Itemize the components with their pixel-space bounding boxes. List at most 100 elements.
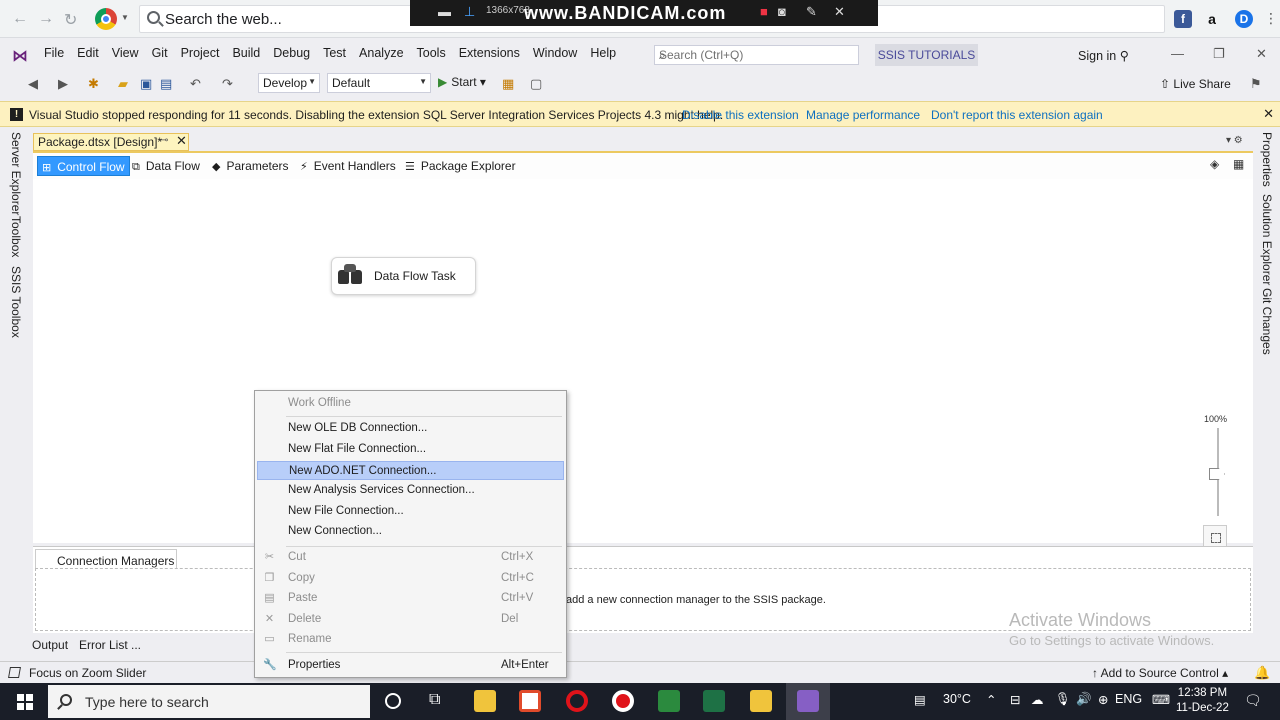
minimize-icon[interactable]: — xyxy=(1171,46,1184,61)
variables-icon[interactable]: ◈ xyxy=(1210,157,1219,171)
menu-project[interactable]: Project xyxy=(181,46,229,60)
nav-back-icon[interactable]: ◀ xyxy=(28,76,38,92)
menu-item-paste[interactable]: ▤ Paste Ctrl+V xyxy=(257,589,564,608)
excel-icon[interactable] xyxy=(703,690,725,712)
close-window-icon[interactable]: ✕ xyxy=(1256,46,1267,62)
undo-icon[interactable]: ↶ xyxy=(190,76,201,92)
temperature[interactable]: 30°C xyxy=(943,692,971,706)
menu-file[interactable]: File xyxy=(44,46,73,60)
start-button[interactable]: ▶ Start ▾ xyxy=(438,75,486,89)
menu-item-rename[interactable]: ▭ Rename xyxy=(257,630,564,649)
task-view-icon[interactable]: ⧉ xyxy=(429,691,440,709)
network-icon[interactable]: ⊟ xyxy=(1010,692,1020,707)
grid-options-icon[interactable]: ▦ xyxy=(1233,157,1244,171)
microphone-icon[interactable]: 🎙 xyxy=(1055,692,1071,707)
properties-tab[interactable]: Properties xyxy=(1260,132,1274,187)
windows-start-icon[interactable] xyxy=(17,694,33,710)
menu-item-new-adonet-connection[interactable]: New ADO.NET Connection... xyxy=(257,461,564,480)
git-changes-tab[interactable]: Git Changes xyxy=(1260,288,1274,355)
globe-icon[interactable]: ⊕ xyxy=(1098,692,1108,707)
menu-item-properties[interactable]: 🔧 Properties Alt+Enter xyxy=(257,656,564,675)
vs-search-box[interactable]: Search (Ctrl+Q) ⌕ xyxy=(654,45,859,65)
cloud-icon[interactable]: ☁ xyxy=(1031,692,1044,707)
close-icon[interactable]: ✕ xyxy=(1263,106,1274,122)
menu-item-copy[interactable]: ❐ Copy Ctrl+C xyxy=(257,569,564,588)
office-icon[interactable] xyxy=(519,690,541,712)
menu-item-cut[interactable]: ✂ Cut Ctrl+X xyxy=(257,548,564,567)
facebook-icon[interactable]: f xyxy=(1174,10,1192,28)
forward-icon[interactable]: → xyxy=(38,10,54,28)
cortana-icon[interactable] xyxy=(385,693,401,709)
data-flow-task[interactable]: Data Flow Task xyxy=(331,257,476,295)
menu-item-new-oledb-connection[interactable]: New OLE DB Connection... xyxy=(257,419,564,438)
dont-report-link[interactable]: Don't report this extension again xyxy=(931,108,1103,122)
notepad-icon[interactable] xyxy=(750,690,772,712)
tab-control-flow[interactable]: ⊞ Control Flow xyxy=(37,156,130,176)
clock[interactable]: 12:38 PM 11-Dec-22 xyxy=(1176,686,1229,716)
document-tab[interactable]: Package.dtsx [Design]* ⊸ ✕ xyxy=(33,133,189,151)
menu-window[interactable]: Window xyxy=(533,46,586,60)
menu-item-new-file-connection[interactable]: New File Connection... xyxy=(257,502,564,521)
window-icon[interactable]: ▢ xyxy=(530,76,542,92)
ssis-toolbox-tab[interactable]: SSIS Toolbox xyxy=(9,266,23,338)
close-tab-icon[interactable]: ✕ xyxy=(176,133,187,149)
language-indicator[interactable]: ENG xyxy=(1115,692,1142,706)
amazon-icon[interactable]: a xyxy=(1203,10,1221,28)
menu-item-new-connection[interactable]: New Connection... xyxy=(257,522,564,541)
taskbar-search[interactable]: Type here to search xyxy=(48,685,370,718)
file-explorer-icon[interactable] xyxy=(474,690,496,712)
server-explorer-tab[interactable]: Server Explorer xyxy=(9,132,23,215)
menu-debug[interactable]: Debug xyxy=(273,46,319,60)
volume-icon[interactable]: 🔊 xyxy=(1076,692,1092,707)
sign-in-link[interactable]: Sign in ⚲ xyxy=(1078,48,1129,63)
tab-output[interactable]: Output xyxy=(32,638,68,652)
new-project-icon[interactable]: ✱ xyxy=(88,76,99,92)
chevron-down-icon[interactable]: ▼ xyxy=(121,13,129,22)
tab-data-flow[interactable]: ⧉ Data Flow xyxy=(128,156,204,176)
live-share-button[interactable]: ⇧ Live Share xyxy=(1160,77,1231,91)
opera-icon[interactable] xyxy=(566,690,588,712)
reload-icon[interactable]: ↻ xyxy=(64,10,77,30)
tab-event-handlers[interactable]: ⚡ Event Handlers xyxy=(296,156,400,176)
visual-studio-taskbar-item[interactable] xyxy=(786,683,830,720)
tab-package-explorer[interactable]: ☰ Package Explorer xyxy=(401,156,520,176)
disable-extension-link[interactable]: Disable this extension xyxy=(682,108,799,122)
zoom-slider[interactable]: 100% xyxy=(1200,410,1240,550)
menu-item-new-analysis-services-connection[interactable]: New Analysis Services Connection... xyxy=(257,481,564,500)
configuration-combo[interactable]: Develop ▼ xyxy=(258,73,320,93)
save-all-icon[interactable]: ▤ xyxy=(160,76,172,92)
menu-edit[interactable]: Edit xyxy=(77,46,108,60)
add-to-source-control-button[interactable]: ↑ Add to Source Control ▴ xyxy=(1092,666,1228,680)
menu-git[interactable]: Git xyxy=(152,46,177,60)
toolbox-tab[interactable]: Toolbox xyxy=(9,216,23,257)
tab-parameters[interactable]: ◆ Parameters xyxy=(208,156,293,176)
tray-chevron-icon[interactable]: ⌃ xyxy=(986,692,996,707)
zoom-thumb[interactable] xyxy=(1209,468,1225,480)
manage-performance-link[interactable]: Manage performance xyxy=(806,108,920,122)
notifications-icon[interactable]: 🔔 xyxy=(1254,665,1270,681)
menu-view[interactable]: View xyxy=(112,46,148,60)
save-icon[interactable]: ▣ xyxy=(140,76,152,92)
menu-analyze[interactable]: Analyze xyxy=(359,46,412,60)
nav-forward-icon[interactable]: ▶ xyxy=(58,76,68,92)
profile-icon[interactable]: D xyxy=(1235,10,1253,28)
platform-combo[interactable]: Default ▼ xyxy=(327,73,431,93)
tab-list-icon[interactable]: ▾ ⚙ xyxy=(1226,135,1243,146)
pin-icon[interactable]: ⊸ xyxy=(160,135,168,146)
connection-managers-tab[interactable]: Connection Managers xyxy=(35,549,177,568)
feedback-icon[interactable]: ⚑ xyxy=(1250,76,1262,92)
sql-tool-icon[interactable] xyxy=(658,690,680,712)
menu-help[interactable]: Help xyxy=(590,46,625,60)
menu-build[interactable]: Build xyxy=(232,46,269,60)
menu-item-work-offline[interactable]: Work Offline xyxy=(257,394,564,413)
restore-icon[interactable]: ❐ xyxy=(1213,46,1225,62)
tab-error-list[interactable]: Error List ... xyxy=(79,638,141,652)
control-flow-canvas[interactable]: Data Flow Task 100% xyxy=(33,180,1253,549)
open-folder-icon[interactable]: ▰ xyxy=(118,76,128,92)
more-icon[interactable]: ⋮ xyxy=(1264,10,1278,27)
action-center-icon[interactable]: 🗨 xyxy=(1244,692,1262,709)
chrome-logo-icon[interactable] xyxy=(95,8,117,30)
record-app-icon[interactable] xyxy=(612,690,634,712)
menu-extensions[interactable]: Extensions xyxy=(459,46,529,60)
solution-explorer-tab[interactable]: Solution Explorer xyxy=(1260,194,1274,285)
